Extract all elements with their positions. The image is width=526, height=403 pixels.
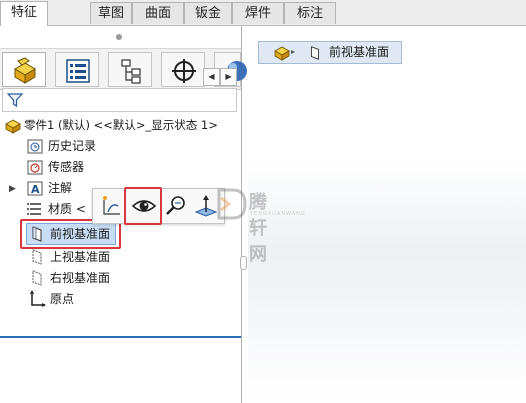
normal-to-sketch-icon: [103, 196, 120, 215]
tree-filter-field[interactable]: [2, 88, 237, 112]
origin-icon: [30, 290, 46, 307]
tab-sketch[interactable]: 草图: [90, 2, 132, 24]
annotation-icon: A: [27, 181, 43, 196]
zoom-to-selection-button[interactable]: [162, 192, 190, 220]
watermark-sub: TENGXUANWANG: [250, 211, 306, 217]
normal-to-sketch-button[interactable]: [98, 192, 126, 220]
feature-manager-tab[interactable]: [2, 52, 46, 87]
sensor-icon: [27, 160, 43, 175]
tab-weldments[interactable]: 焊件: [232, 2, 284, 24]
tree-item-material[interactable]: 材质 <未指定>: [26, 199, 86, 219]
part-icon: [274, 46, 295, 61]
dimxpert-tab[interactable]: [161, 52, 205, 87]
part-icon: [5, 119, 21, 134]
feature-manager-icon: [14, 57, 36, 84]
material-icon: [27, 203, 41, 215]
tab-surfaces[interactable]: 曲面: [132, 2, 184, 24]
configuration-manager-icon: [121, 59, 141, 84]
watermark-icon: [217, 188, 247, 220]
history-icon: [27, 139, 43, 154]
tree-item-label: 传感器: [48, 160, 85, 174]
context-toolbar: [92, 187, 225, 225]
tree-root-part[interactable]: 零件1 (默认) <<默认>_显示状态 1>: [4, 115, 240, 135]
scroll-left-button[interactable]: ◀: [203, 68, 220, 86]
property-manager-tab[interactable]: [55, 52, 99, 87]
tab-scroll-arrows: ◀ ▶: [203, 68, 241, 86]
rollback-bar[interactable]: [0, 336, 241, 338]
property-manager-icon: [66, 59, 90, 83]
tree-item-label: 前视基准面: [50, 227, 111, 241]
command-manager-tabs: 特征 草图 曲面 钣金 焊件 标注: [0, 0, 526, 26]
watermark-brand: 腾轩网: [249, 192, 268, 265]
expand-arrow-icon[interactable]: ▶: [9, 184, 16, 194]
tree-item-label: 右视基准面: [50, 271, 111, 285]
tab-sheet-metal[interactable]: 钣金: [184, 2, 232, 24]
breadcrumb-front-plane[interactable]: 前视基准面: [258, 41, 402, 64]
scroll-right-button[interactable]: ▶: [220, 68, 237, 86]
plane-icon: [32, 226, 42, 242]
tree-item-label: 历史记录: [48, 139, 97, 153]
configuration-manager-tab[interactable]: [108, 52, 152, 87]
plane-icon: [311, 46, 319, 60]
graphics-area[interactable]: 前视基准面 腾轩网 TENGXUANWANG: [217, 26, 526, 403]
filter-icon: [7, 93, 23, 108]
tab-features[interactable]: 特征: [0, 1, 48, 26]
zoom-to-selection-icon: [166, 196, 185, 215]
tree-item-label: 原点: [50, 292, 75, 306]
plane-icon: [32, 270, 42, 286]
panel-splitter[interactable]: [116, 34, 122, 40]
tree-item-label: 注解: [48, 181, 73, 195]
svg-text:A: A: [31, 183, 40, 196]
tree-item-label: 上视基准面: [50, 250, 111, 264]
dimxpert-icon: [172, 59, 196, 83]
red-highlight-box: [124, 187, 162, 225]
tree-item-label: 材质 <未指定>: [48, 202, 86, 216]
panel-collapse-handle[interactable]: [240, 256, 247, 270]
plane-icon: [32, 249, 42, 265]
tab-annotations[interactable]: 标注: [284, 2, 336, 24]
tree-root-label: 零件1 (默认) <<默认>_显示状态 1>: [24, 118, 218, 132]
watermark-logo: 腾轩网 TENGXUANWANG: [213, 186, 305, 265]
breadcrumb-label: 前视基准面: [329, 45, 390, 59]
